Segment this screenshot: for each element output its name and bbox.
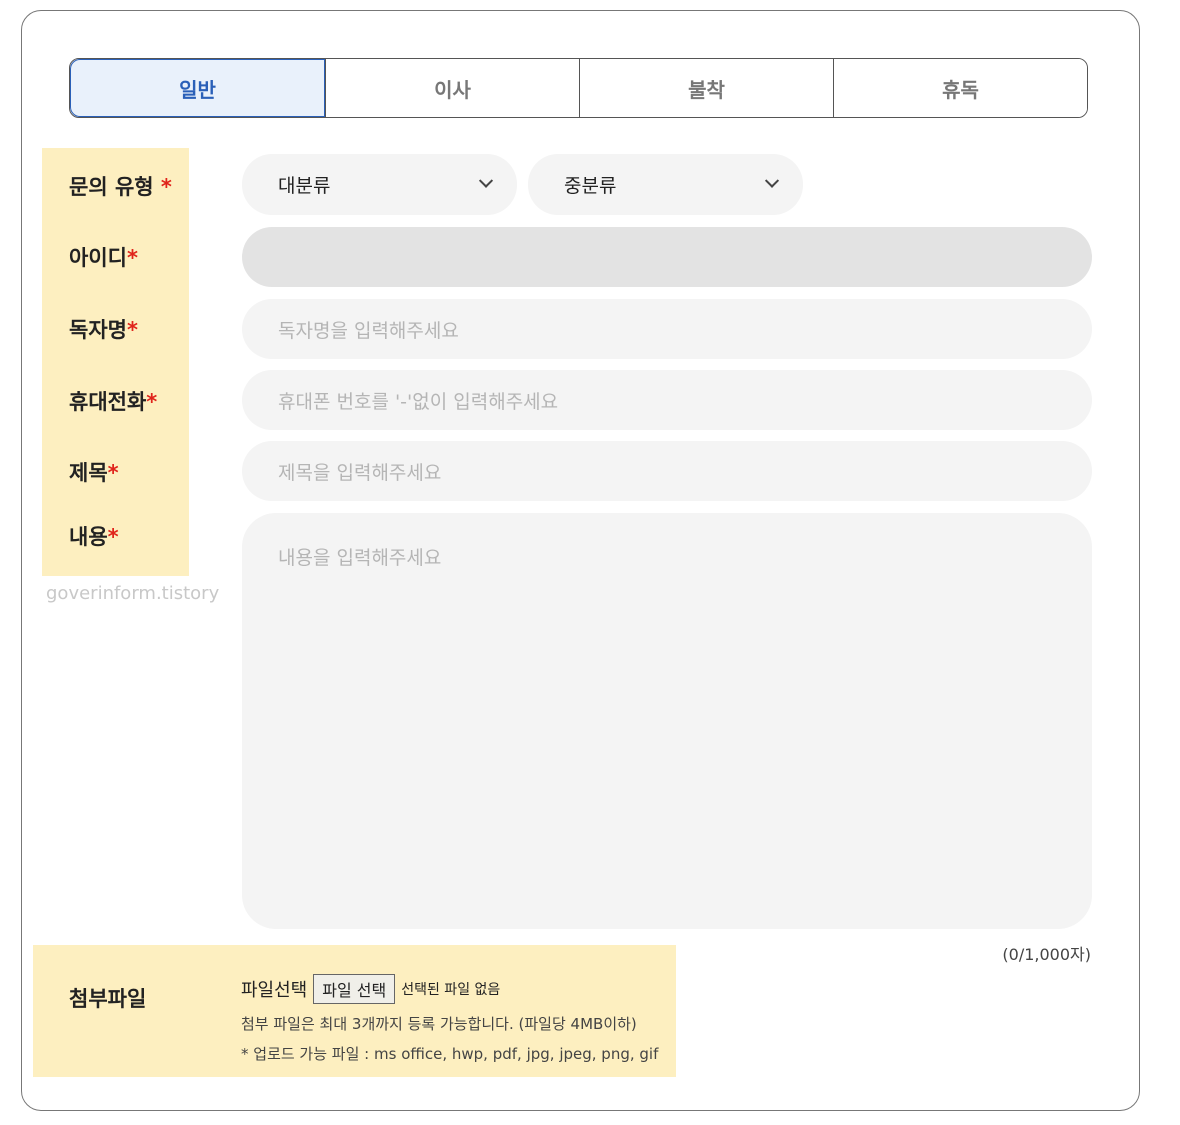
attachment-note-limit: 첨부 파일은 최대 3개까지 등록 가능합니다. (파일당 4MB이하) — [241, 1015, 637, 1033]
file-status: 선택된 파일 없음 — [401, 982, 501, 998]
label-content-text: 내용 — [69, 525, 108, 549]
required-mark: * — [160, 175, 172, 199]
phone-input[interactable]: 휴대폰 번호를 '-'없이 입력해주세요 — [242, 370, 1092, 430]
title-input[interactable]: 제목을 입력해주세요 — [242, 441, 1092, 501]
category-sub-select[interactable]: 중분류 — [528, 154, 803, 215]
category-main-value: 대분류 — [278, 175, 331, 197]
category-main-select[interactable]: 대분류 — [242, 154, 517, 215]
required-mark: * — [146, 390, 158, 414]
chevron-down-icon — [764, 173, 780, 188]
category-sub-value: 중분류 — [564, 175, 617, 197]
watermark: goverinform.tistory — [46, 583, 220, 604]
label-reader-name: 독자명* — [69, 314, 138, 344]
tab-bar: 일반 이사 불착 휴독 — [69, 58, 1088, 118]
label-reader-name-text: 독자명 — [69, 318, 127, 342]
label-phone: 휴대전화* — [69, 386, 157, 416]
label-title-text: 제목 — [69, 461, 108, 485]
label-user-id: 아이디* — [69, 242, 138, 272]
label-content: 내용* — [69, 521, 119, 551]
user-id-field[interactable] — [242, 227, 1092, 287]
label-title: 제목* — [69, 457, 119, 487]
required-mark: * — [107, 461, 119, 485]
content-textarea[interactable]: 내용을 입력해주세요 — [242, 513, 1092, 929]
tab-suspend[interactable]: 휴독 — [833, 59, 1087, 117]
label-highlight — [42, 148, 189, 576]
attachment-label: 첨부파일 — [69, 987, 147, 1011]
attachment-row: 파일선택 파일 선택 선택된 파일 없음 — [241, 974, 500, 1004]
label-user-id-text: 아이디 — [69, 246, 127, 270]
file-select-button[interactable]: 파일 선택 — [313, 974, 396, 1004]
attachment-title: 파일선택 — [241, 980, 308, 1001]
required-mark: * — [107, 525, 119, 549]
chevron-down-icon — [478, 173, 494, 188]
required-mark: * — [126, 246, 138, 270]
required-mark: * — [126, 318, 138, 342]
reader-name-input[interactable]: 독자명을 입력해주세요 — [242, 299, 1092, 359]
tab-moving[interactable]: 이사 — [325, 59, 579, 117]
label-inquiry-type-text: 문의 유형 — [69, 175, 154, 199]
label-inquiry-type: 문의 유형 * — [69, 171, 172, 201]
tab-general[interactable]: 일반 — [70, 59, 325, 117]
character-counter: (0/1,000자) — [1002, 945, 1091, 964]
attachment-note-types: * 업로드 가능 파일 : ms office, hwp, pdf, jpg, … — [241, 1045, 659, 1063]
label-phone-text: 휴대전화 — [69, 390, 147, 414]
tab-non-delivery[interactable]: 불착 — [579, 59, 833, 117]
